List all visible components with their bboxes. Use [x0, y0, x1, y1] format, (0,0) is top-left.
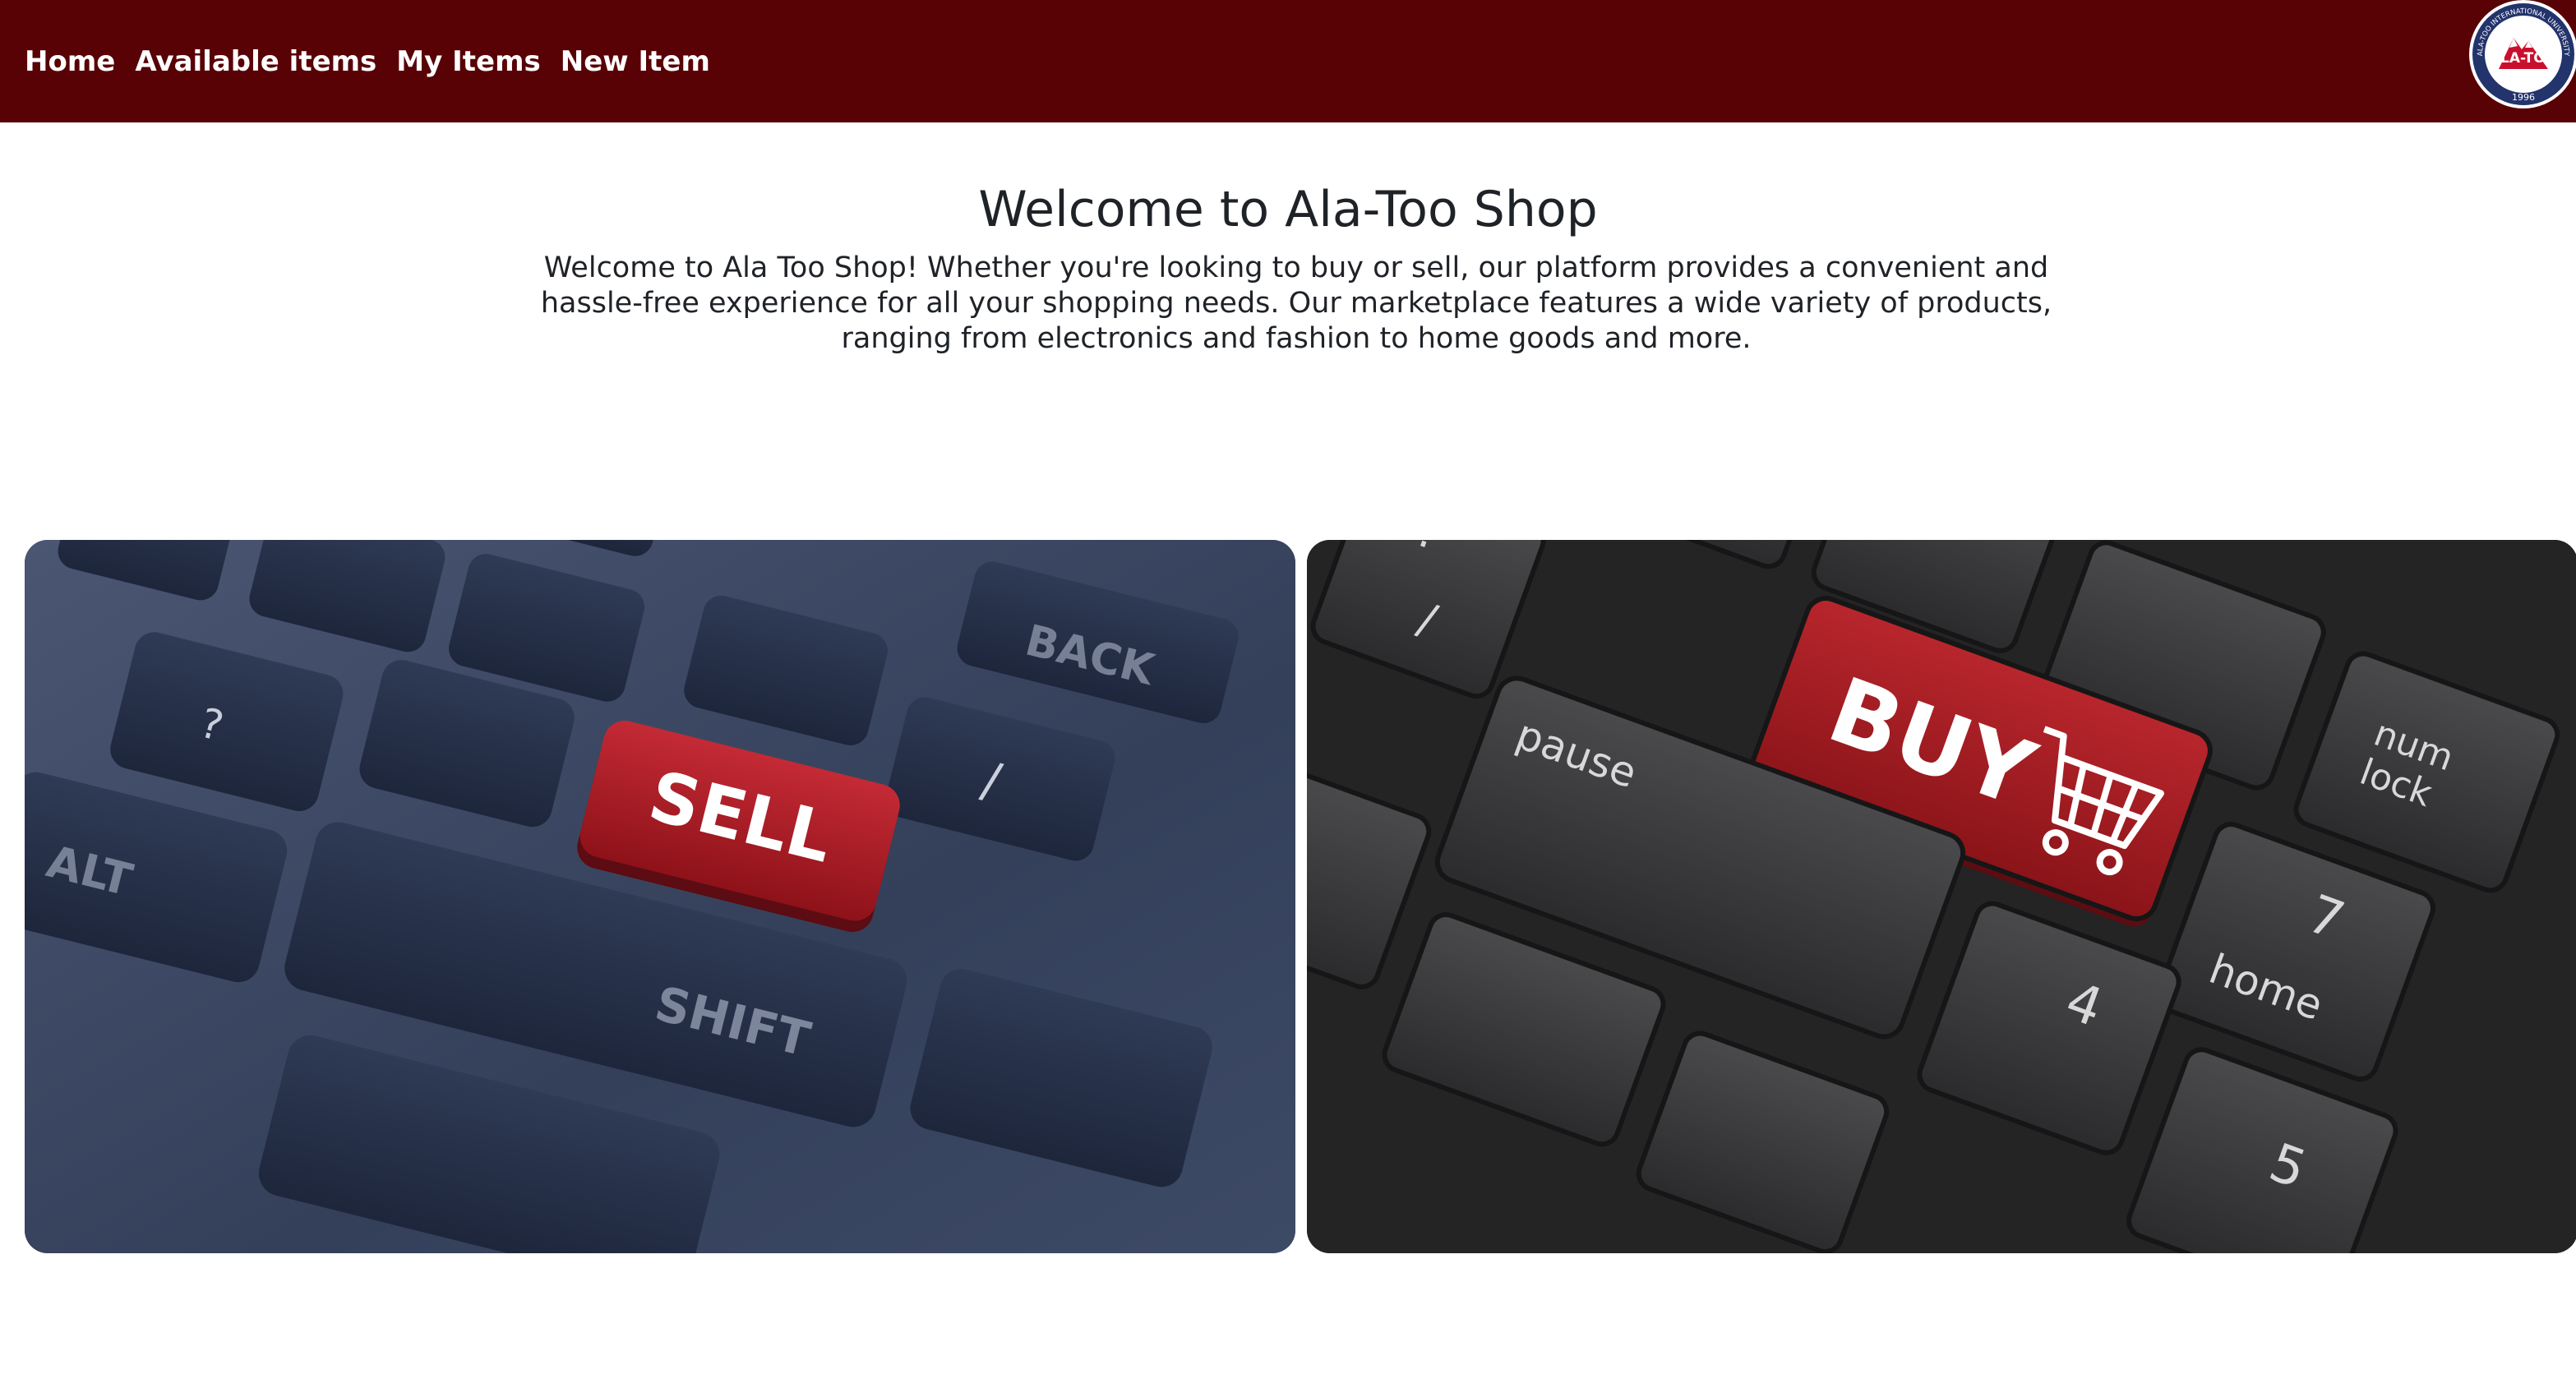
nav-link-home[interactable]: Home: [25, 45, 115, 78]
nav-links: Home Available items My Items New Item: [25, 0, 730, 122]
nav-link-my-items[interactable]: My Items: [396, 45, 540, 78]
page-title: Welcome to Ala-Too Shop: [978, 181, 1598, 238]
buy-keyboard-image: “ num lock ? / BUY: [1307, 540, 2576, 1253]
logo-year: 1996: [2512, 92, 2535, 103]
nav-link-new-item[interactable]: New Item: [561, 45, 710, 78]
logo-label: ALA-TOO: [2490, 50, 2557, 67]
university-logo[interactable]: ALA-TOO 1996 ALA-TOO INTERNATIONAL UNIVE…: [2463, 0, 2576, 115]
sell-keyboard-image: BACK / ? SELL ALT SHIFT: [25, 540, 1295, 1253]
nav-link-available-items[interactable]: Available items: [135, 45, 376, 78]
intro-paragraph: Welcome to Ala Too Shop! Whether you're …: [540, 251, 2052, 355]
top-navbar: Home Available items My Items New Item A…: [0, 0, 2576, 122]
